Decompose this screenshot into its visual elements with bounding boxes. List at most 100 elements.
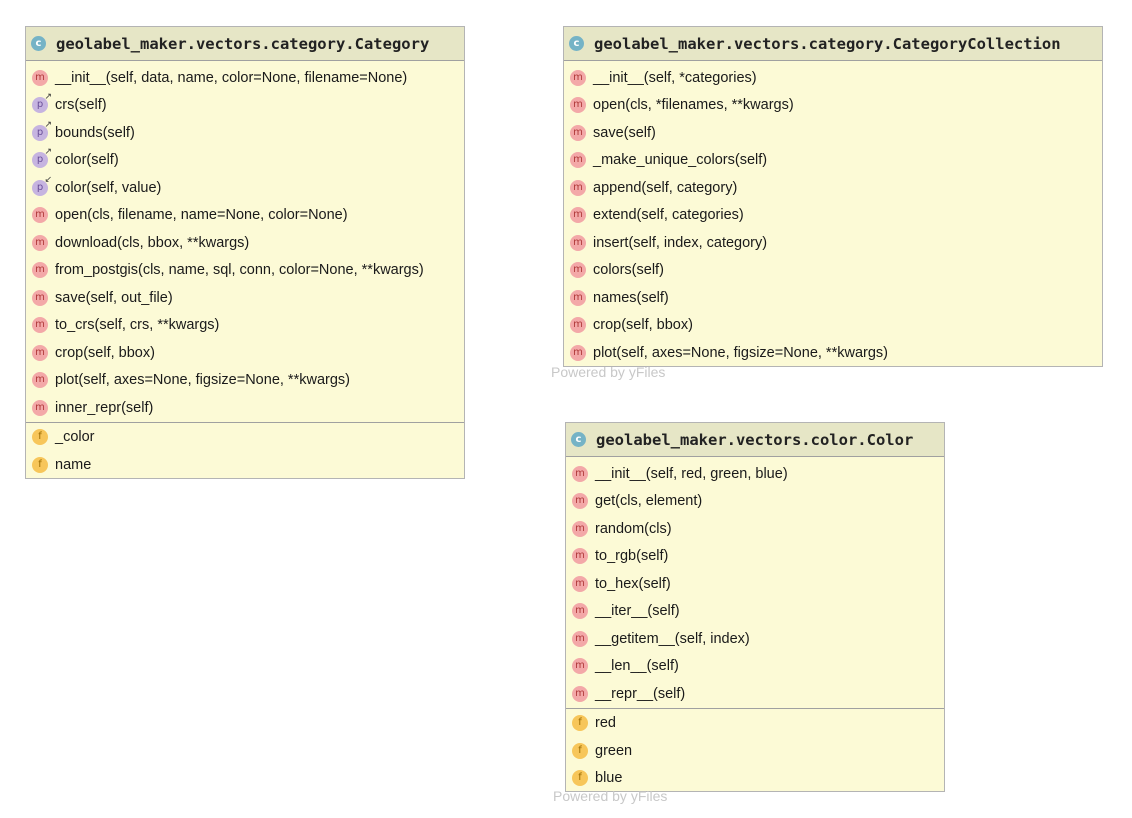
icon-letter: m xyxy=(573,99,583,111)
icon-letter: m xyxy=(575,687,585,699)
method-icon: m xyxy=(572,603,588,620)
method-row[interactable]: m open(cls, *filenames, **kwargs) xyxy=(564,92,1102,120)
icon-letter: m xyxy=(35,264,45,276)
method-row[interactable]: m names(self) xyxy=(564,284,1102,312)
field-icon: f xyxy=(572,742,588,759)
method-row[interactable]: p ↗ crs(self) xyxy=(26,92,464,120)
icon-letter: m xyxy=(575,550,585,562)
class-header: c geolabel_maker.vectors.category.Catego… xyxy=(26,27,464,61)
class-title: geolabel_maker.vectors.category.Category… xyxy=(594,34,1061,53)
method-row[interactable]: m save(self) xyxy=(564,119,1102,147)
class-category[interactable]: c geolabel_maker.vectors.category.Catego… xyxy=(25,26,465,479)
method-icon: m xyxy=(570,234,586,251)
methods-section: m __init__(self, *categories) m open(cls, *… xyxy=(564,61,1102,367)
icon-letter: p xyxy=(36,181,44,193)
method-row[interactable]: m save(self, out_file) xyxy=(26,284,464,312)
class-color[interactable]: c geolabel_maker.vectors.color.Color m __… xyxy=(565,422,945,792)
method-icon: m xyxy=(32,262,48,279)
field-row[interactable]: f red xyxy=(566,710,944,738)
icon-letter: m xyxy=(573,181,583,193)
method-icon: m xyxy=(32,344,48,361)
method-signature: save(self, out_file) xyxy=(55,289,173,306)
getter-arrow-icon: ↗ xyxy=(44,119,52,130)
method-signature: open(cls, *filenames, **kwargs) xyxy=(593,97,794,114)
method-row[interactable]: m download(cls, bbox, **kwargs) xyxy=(26,229,464,257)
icon-letter: f xyxy=(578,772,582,784)
method-icon: m xyxy=(570,262,586,279)
class-header: c geolabel_maker.vectors.category.Catego… xyxy=(564,27,1102,61)
method-icon: m xyxy=(572,575,588,592)
yfiles-watermark: Powered by yFiles xyxy=(551,364,666,380)
method-icon: m xyxy=(32,399,48,416)
class-icon: c xyxy=(569,36,584,51)
icon-letter: m xyxy=(35,374,45,386)
field-icon: f xyxy=(32,429,48,446)
method-icon: m xyxy=(570,289,586,306)
method-row[interactable]: m __init__(self, *categories) xyxy=(564,64,1102,92)
field-name: _color xyxy=(55,429,95,446)
method-row[interactable]: m __len__(self) xyxy=(566,653,944,681)
icon-letter: m xyxy=(573,236,583,248)
field-row[interactable]: f name xyxy=(26,451,464,479)
method-row[interactable]: m crop(self, bbox) xyxy=(564,312,1102,340)
method-row[interactable]: m get(cls, element) xyxy=(566,488,944,516)
method-row[interactable]: m to_hex(self) xyxy=(566,570,944,598)
method-row[interactable]: m colors(self) xyxy=(564,257,1102,285)
method-icon: m xyxy=(572,630,588,647)
getter-arrow-icon: ↗ xyxy=(44,147,52,158)
field-row[interactable]: f green xyxy=(566,737,944,765)
icon-letter: m xyxy=(573,126,583,138)
method-signature: extend(self, categories) xyxy=(593,207,744,224)
property-icon: p ↗ xyxy=(32,148,52,169)
method-row[interactable]: m insert(self, index, category) xyxy=(564,229,1102,257)
method-signature: names(self) xyxy=(593,289,669,306)
method-signature: colors(self) xyxy=(593,262,664,279)
method-row[interactable]: m from_postgis(cls, name, sql, conn, colo… xyxy=(26,257,464,285)
field-icon: f xyxy=(572,770,588,787)
method-row[interactable]: m __getitem__(self, index) xyxy=(566,625,944,653)
method-row[interactable]: p ↗ color(self) xyxy=(26,147,464,175)
field-row[interactable]: f _color xyxy=(26,424,464,452)
method-signature: plot(self, axes=None, figsize=None, **kw… xyxy=(55,372,350,389)
method-row[interactable]: m random(cls) xyxy=(566,515,944,543)
method-signature: _make_unique_colors(self) xyxy=(593,152,768,169)
method-row[interactable]: m __iter__(self) xyxy=(566,598,944,626)
class-category-collection[interactable]: c geolabel_maker.vectors.category.Catego… xyxy=(563,26,1103,367)
icon-letter: m xyxy=(573,154,583,166)
method-row[interactable]: m __repr__(self) xyxy=(566,680,944,708)
method-row[interactable]: m __init__(self, data, name, color=None, … xyxy=(26,64,464,92)
method-row[interactable]: m to_crs(self, crs, **kwargs) xyxy=(26,312,464,340)
method-signature: crop(self, bbox) xyxy=(593,317,693,334)
method-icon: m xyxy=(572,658,588,675)
method-icon: m xyxy=(570,207,586,224)
method-row[interactable]: m plot(self, axes=None, figsize=None, **k… xyxy=(26,367,464,395)
icon-letter: m xyxy=(573,209,583,221)
property-icon: p ↗ xyxy=(32,120,52,141)
icon-letter: f xyxy=(38,458,42,470)
method-row[interactable]: p ↗ bounds(self) xyxy=(26,119,464,147)
method-row[interactable]: m to_rgb(self) xyxy=(566,543,944,571)
method-row[interactable]: m append(self, category) xyxy=(564,174,1102,202)
method-icon: m xyxy=(570,344,586,361)
method-row[interactable]: p ↙ color(self, value) xyxy=(26,174,464,202)
method-row[interactable]: m plot(self, axes=None, figsize=None, **k… xyxy=(564,339,1102,367)
class-title: geolabel_maker.vectors.category.Category xyxy=(56,34,430,53)
method-row[interactable]: m extend(self, categories) xyxy=(564,202,1102,230)
method-row[interactable]: m open(cls, filename, name=None, color=No… xyxy=(26,202,464,230)
field-name: name xyxy=(55,456,92,473)
method-row[interactable]: m inner_repr(self) xyxy=(26,394,464,422)
method-icon: m xyxy=(32,317,48,334)
method-icon: m xyxy=(570,124,586,141)
icon-letter: f xyxy=(578,717,582,729)
icon-letter: m xyxy=(575,632,585,644)
method-signature: __init__(self, *categories) xyxy=(593,69,757,86)
method-icon: m xyxy=(32,289,48,306)
method-signature: open(cls, filename, name=None, color=Non… xyxy=(55,207,348,224)
method-row[interactable]: m _make_unique_colors(self) xyxy=(564,147,1102,175)
method-row[interactable]: m __init__(self, red, green, blue) xyxy=(566,460,944,488)
method-signature: to_rgb(self) xyxy=(595,548,669,565)
icon-letter: m xyxy=(35,346,45,358)
method-row[interactable]: m crop(self, bbox) xyxy=(26,339,464,367)
class-header: c geolabel_maker.vectors.color.Color xyxy=(566,423,944,457)
method-signature: insert(self, index, category) xyxy=(593,234,768,251)
